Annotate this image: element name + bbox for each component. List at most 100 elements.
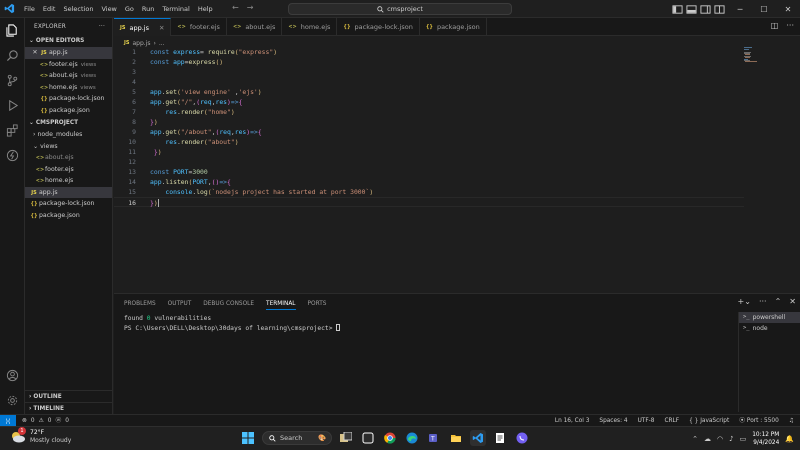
- wifi-icon[interactable]: ◠: [717, 435, 723, 443]
- breadcrumb-file[interactable]: app.js: [132, 40, 150, 47]
- ejs-file-icon: <>: [288, 24, 297, 30]
- more-actions-icon[interactable]: ···: [99, 18, 105, 36]
- notifications-icon[interactable]: 🔔: [785, 435, 794, 443]
- vscode-taskbar-icon[interactable]: [470, 430, 486, 446]
- tree-item-footer-ejs[interactable]: <>footer.ejs: [25, 164, 112, 176]
- tree-item-package-json[interactable]: {}package.json: [25, 210, 112, 222]
- open-editor-item[interactable]: {}package.json: [25, 105, 112, 117]
- extensions-icon[interactable]: [6, 124, 19, 137]
- tab-terminal[interactable]: TERMINAL: [266, 298, 296, 310]
- tree-item-package-lock[interactable]: {}package-lock.json: [25, 198, 112, 210]
- edge-icon[interactable]: [404, 430, 420, 446]
- close-window-button[interactable]: ✕: [776, 0, 800, 18]
- tree-item-label: views: [40, 142, 58, 150]
- search-sidebar-icon[interactable]: [6, 49, 19, 62]
- more-actions-icon[interactable]: ···: [786, 21, 794, 30]
- menu-view[interactable]: View: [97, 0, 120, 18]
- teams-icon[interactable]: T: [426, 430, 442, 446]
- terminal-item-node[interactable]: >_ node: [739, 323, 800, 334]
- menu-file[interactable]: File: [20, 0, 39, 18]
- tab-debug-console[interactable]: DEBUG CONSOLE: [203, 298, 254, 310]
- windows-start-icon[interactable]: [240, 430, 256, 446]
- maximize-panel-icon[interactable]: ⌃: [775, 297, 782, 306]
- volume-icon[interactable]: ♪: [729, 435, 733, 443]
- file-explorer-icon[interactable]: [448, 430, 464, 446]
- menu-go[interactable]: Go: [121, 0, 138, 18]
- taskbar-search[interactable]: Search 🎨: [262, 431, 332, 445]
- toggle-sidebar-icon[interactable]: [672, 4, 683, 15]
- close-panel-icon[interactable]: ✕: [789, 297, 796, 306]
- minimap[interactable]: [744, 47, 764, 63]
- open-editor-item[interactable]: <>about.ejs views: [25, 70, 112, 82]
- run-debug-icon[interactable]: [6, 99, 19, 112]
- timeline-section[interactable]: › TIMELINE: [25, 402, 113, 414]
- tab-about-ejs[interactable]: <> about.ejs: [227, 18, 283, 36]
- open-editor-item[interactable]: {}package-lock.json: [25, 93, 112, 105]
- tree-item-home-ejs[interactable]: <>home.ejs: [25, 175, 112, 187]
- tree-item-label: node_modules: [37, 131, 83, 138]
- account-icon[interactable]: [6, 369, 19, 382]
- source-control-icon[interactable]: [6, 74, 19, 87]
- settings-gear-icon[interactable]: [6, 394, 19, 407]
- viber-icon[interactable]: [514, 430, 530, 446]
- menu-terminal[interactable]: Terminal: [158, 0, 193, 18]
- tab-package-json[interactable]: {} package.json: [420, 18, 487, 36]
- tree-item-app-js[interactable]: JS app.js: [25, 186, 112, 198]
- forward-arrow-icon[interactable]: →: [247, 3, 262, 12]
- app-icon[interactable]: [360, 430, 376, 446]
- menu-help[interactable]: Help: [194, 0, 217, 18]
- code-text: app.set('view engine' ,'ejs'): [150, 88, 262, 96]
- tab-package-lock-json[interactable]: {} package-lock.json: [337, 18, 420, 36]
- notepad-icon[interactable]: [492, 430, 508, 446]
- close-icon[interactable]: ✕: [31, 47, 39, 59]
- weather-widget[interactable]: 1 72°F Mostly cloudy: [10, 427, 72, 445]
- menu-run[interactable]: Run: [138, 0, 158, 18]
- toggle-secondary-sidebar-icon[interactable]: [700, 4, 711, 15]
- tab-home-ejs[interactable]: <> home.ejs: [282, 18, 338, 36]
- customize-layout-icon[interactable]: [714, 4, 725, 15]
- terminal-output[interactable]: found 0 vulnerabilities PS C:\Users\DELL…: [124, 314, 341, 334]
- chevron-up-icon[interactable]: ⌃: [692, 435, 698, 443]
- tab-footer-ejs[interactable]: <> footer.ejs: [171, 18, 227, 36]
- tree-item-node-modules[interactable]: › node_modules: [25, 129, 112, 141]
- tab-app-js[interactable]: JS app.js ✕: [114, 18, 172, 36]
- open-editor-item[interactable]: <>home.ejs views: [25, 82, 112, 94]
- outline-section[interactable]: › OUTLINE: [25, 390, 113, 402]
- menu-selection[interactable]: Selection: [59, 0, 97, 18]
- split-editor-icon[interactable]: ◫: [771, 21, 779, 30]
- tree-item-views[interactable]: ⌄ views: [25, 141, 112, 153]
- maximize-button[interactable]: ☐: [752, 0, 776, 18]
- task-view-icon[interactable]: [338, 430, 354, 446]
- command-center-search[interactable]: cmsproject: [288, 3, 512, 15]
- line-number: 13: [128, 168, 136, 176]
- tree-item-about-ejs[interactable]: <>about.ejs: [25, 152, 112, 164]
- breadcrumb-more[interactable]: ...: [159, 40, 165, 47]
- new-terminal-icon[interactable]: +⌄: [738, 297, 751, 306]
- chrome-icon[interactable]: [382, 430, 398, 446]
- remote-explorer-icon[interactable]: [6, 149, 19, 162]
- battery-icon[interactable]: ▭: [740, 435, 747, 443]
- chevron-right-icon: ›: [33, 131, 36, 138]
- cloud-icon[interactable]: ☁: [704, 435, 711, 443]
- open-editor-item[interactable]: ✕ JS app.js: [25, 47, 112, 59]
- weather-badge: 1: [18, 427, 26, 435]
- toggle-panel-icon[interactable]: [686, 4, 697, 15]
- explorer-icon[interactable]: [6, 24, 19, 37]
- terminal-item-powershell[interactable]: >_ powershell: [739, 312, 800, 323]
- project-section[interactable]: ⌄ CMSPROJECT: [25, 118, 112, 129]
- code-editor[interactable]: 1 const express= require("express") 2 cons…: [114, 47, 744, 293]
- windows-taskbar: 1 72°F Mostly cloudy Search 🎨 T ⌃ ☁ ◠ ♪ …: [0, 426, 800, 450]
- open-editor-item[interactable]: <>footer.ejs views: [25, 59, 112, 71]
- minimize-button[interactable]: ─: [728, 0, 752, 18]
- clock[interactable]: 10:12 PM 9/4/2024: [752, 431, 779, 447]
- tab-ports[interactable]: PORTS: [308, 298, 327, 310]
- weather-condition: Mostly cloudy: [30, 437, 72, 444]
- tab-output[interactable]: OUTPUT: [168, 298, 192, 310]
- svg-text:T: T: [430, 436, 435, 443]
- close-tab-icon[interactable]: ✕: [159, 24, 164, 32]
- open-editors-section[interactable]: ⌄ OPEN EDITORS: [25, 36, 112, 47]
- back-arrow-icon[interactable]: ←: [232, 3, 247, 12]
- more-actions-icon[interactable]: ···: [759, 297, 767, 306]
- tab-problems[interactable]: PROBLEMS: [124, 298, 156, 310]
- menu-edit[interactable]: Edit: [39, 0, 60, 18]
